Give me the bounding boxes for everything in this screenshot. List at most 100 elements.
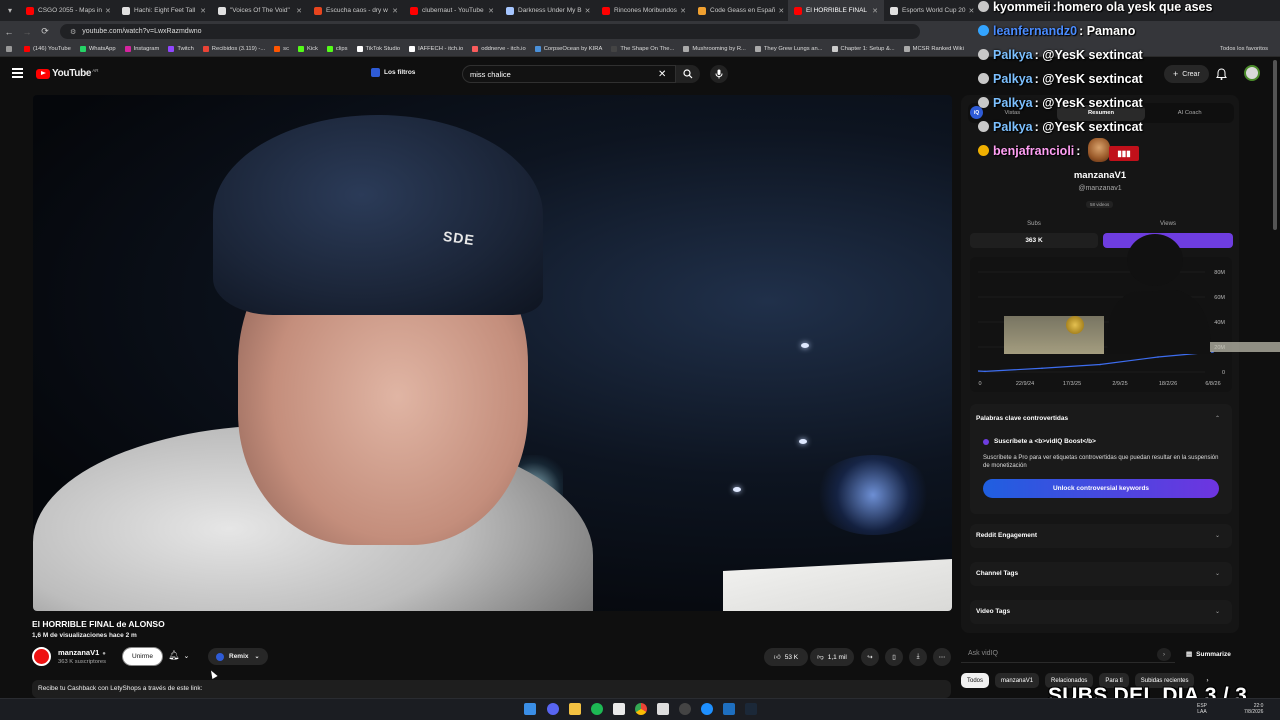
tab-close-icon[interactable]: ✕ <box>102 7 111 15</box>
create-button[interactable]: + Crear <box>1164 65 1209 83</box>
tab-close-icon[interactable]: ✕ <box>389 7 398 15</box>
tab-close-icon[interactable]: ✕ <box>293 7 302 15</box>
tray-clock[interactable]: 22:0 7/8/2026 <box>1244 703 1263 715</box>
bookmark-favicon-icon <box>79 46 86 52</box>
chart-point <box>1041 367 1043 370</box>
chat-message: Palkya: @YesK sextincat <box>978 48 1143 62</box>
channel-tags-section[interactable]: Channel Tags ⌄ <box>970 562 1232 586</box>
bookmark-item[interactable]: Instagram <box>124 46 159 52</box>
hamburger-menu-icon[interactable] <box>12 68 23 78</box>
dislike-button[interactable]: 👎︎ 1,1 mil <box>810 648 854 666</box>
bookmark-item[interactable]: clips <box>326 46 348 52</box>
all-bookmarks[interactable]: Todos los favoritos <box>1220 46 1268 52</box>
filters-button[interactable]: Los filtros <box>371 68 415 77</box>
browser-tab[interactable]: Escucha caos - dry w ✕ <box>308 0 404 21</box>
bookmark-item[interactable]: (146) YouTube <box>24 46 71 52</box>
bookmark-item[interactable]: CorpseOcean by KIRA <box>534 46 602 52</box>
youtube-logo[interactable]: YouTube AR <box>36 68 98 79</box>
browser-tab[interactable]: Darkness Under My B ✕ <box>500 0 596 21</box>
filter-chip[interactable]: manzanaV1 <box>995 673 1040 688</box>
tab-close-icon[interactable]: ✕ <box>582 7 591 15</box>
download-icon[interactable]: ⤓ <box>909 648 927 666</box>
bookmark-item[interactable]: Chapter 1: Setup &... <box>831 46 895 52</box>
subscription-bell-icon[interactable]: 🔔︎ ⌄ <box>168 650 189 661</box>
notes-icon[interactable] <box>613 703 625 715</box>
pen-app-icon[interactable] <box>657 703 669 715</box>
bookmark-item[interactable]: Mushrooming by R... <box>683 46 746 52</box>
browser-tab[interactable]: "Voices Of The Void" ✕ <box>212 0 308 21</box>
file-explorer-icon[interactable] <box>569 703 581 715</box>
account-avatar[interactable] <box>1244 65 1260 81</box>
browser-tab[interactable]: CSGO 2055 - Maps in ✕ <box>20 0 116 21</box>
site-info-icon[interactable]: ⚙ <box>70 28 76 36</box>
forward-icon[interactable]: → <box>18 27 36 37</box>
remix-button[interactable]: Remix ⌄ <box>208 648 268 665</box>
bookmark-item[interactable]: MCSR Ranked Wiki <box>903 46 964 52</box>
webcam-lamp <box>1066 316 1084 334</box>
join-button[interactable]: Unirme <box>122 647 163 666</box>
bookmark-item[interactable]: Recibidos (3.119) -... <box>202 46 265 52</box>
video-description[interactable]: Recibe tu Cashback con LetyShops a travé… <box>32 680 951 698</box>
channel-name[interactable]: manzanaV1 ● <box>58 648 106 657</box>
vidiq-icon <box>216 652 224 661</box>
channel-avatar[interactable] <box>32 647 51 666</box>
ask-vidiq-input[interactable]: Ask vidIQ <box>961 645 1175 663</box>
voice-search-button[interactable] <box>710 65 728 83</box>
obs-icon[interactable] <box>679 703 691 715</box>
apps-icon[interactable] <box>6 46 15 52</box>
video-player[interactable]: SDE <box>33 95 952 611</box>
summarize-button[interactable]: ▤ Summarize <box>1186 650 1231 658</box>
search-input[interactable]: miss chalice <box>462 65 676 83</box>
search-button[interactable] <box>676 65 700 83</box>
bookmark-item[interactable]: The Shape On The... <box>611 46 674 52</box>
tab-close-icon[interactable]: ✕ <box>485 7 494 15</box>
back-icon[interactable]: ← <box>0 27 18 37</box>
vscode-icon[interactable] <box>723 703 735 715</box>
filter-chip[interactable]: Todos <box>961 673 990 688</box>
vidiq-tab[interactable]: AI Coach <box>1145 110 1234 116</box>
unlock-keywords-button[interactable]: Unlock controversial keywords <box>983 479 1219 498</box>
share-icon[interactable]: ↪ <box>861 648 879 666</box>
discord-icon[interactable] <box>547 703 559 715</box>
bookmark-item[interactable]: WhatsApp <box>79 46 116 52</box>
browser-tab[interactable]: clubernaut - YouTube ✕ <box>404 0 500 21</box>
browser-tab[interactable]: Hachi: Eight Feet Tall ✕ <box>116 0 212 21</box>
chrome-icon[interactable] <box>635 703 647 715</box>
tab-close-icon[interactable]: ✕ <box>965 7 974 15</box>
browser-tab[interactable]: Rincones Moribundos ✕ <box>596 0 692 21</box>
bookmark-item[interactable]: sc <box>274 46 289 52</box>
more-options-icon[interactable]: ⋯ <box>933 648 951 666</box>
reload-icon[interactable]: ⟳ <box>36 26 54 37</box>
app-c-icon[interactable] <box>701 703 713 715</box>
bookmark-item[interactable]: TikTok Studio <box>356 46 400 52</box>
browser-tab[interactable]: Code Geass en Españ ✕ <box>692 0 788 21</box>
tab-close-icon[interactable]: ✕ <box>677 7 686 15</box>
tab-close-icon[interactable]: ✕ <box>197 7 206 15</box>
channel-subscribers: 363 K suscriptores <box>58 659 107 665</box>
bookmark-item[interactable]: IAFFECH - itch.io <box>409 46 463 52</box>
start-icon[interactable] <box>524 703 536 715</box>
tab-close-icon[interactable]: ✕ <box>775 7 784 15</box>
tab-search-icon[interactable]: ▾ <box>0 6 20 15</box>
bookmark-item[interactable]: Kick <box>297 46 318 52</box>
page-scrollbar[interactable] <box>1273 60 1277 230</box>
browser-tab[interactable]: Esports World Cup 20 ✕ <box>884 0 980 21</box>
clear-search-icon[interactable]: ✕ <box>658 69 666 80</box>
chevron-up-icon[interactable]: ⌃ <box>1215 415 1220 422</box>
bookmark-item[interactable]: oddnerve - itch.io <box>472 46 526 52</box>
bookmark-item[interactable]: Twitch <box>168 46 194 52</box>
like-button[interactable]: 👍︎ 53 K <box>764 648 808 666</box>
video-tags-section[interactable]: Video Tags ⌄ <box>970 600 1232 624</box>
notifications-bell-icon[interactable] <box>1216 67 1227 85</box>
steam-icon[interactable] <box>745 703 757 715</box>
send-arrow-icon[interactable]: › <box>1157 648 1171 661</box>
browser-tab[interactable]: El HORRIBLE FINAL ✕ <box>788 0 884 21</box>
tab-close-icon[interactable]: ✕ <box>869 7 878 15</box>
bookmark-item[interactable]: They Grew Lungs an... <box>754 46 823 52</box>
url-field[interactable]: ⚙ youtube.com/watch?v=LwxRazmdwno <box>60 24 920 39</box>
video-light-dot <box>799 439 807 444</box>
spotify-icon[interactable] <box>591 703 603 715</box>
bookmark-icon[interactable]: ▯ <box>885 648 903 666</box>
reddit-engagement-section[interactable]: Reddit Engagement ⌄ <box>970 524 1232 548</box>
tray-language[interactable]: ESP LAA <box>1197 703 1207 715</box>
